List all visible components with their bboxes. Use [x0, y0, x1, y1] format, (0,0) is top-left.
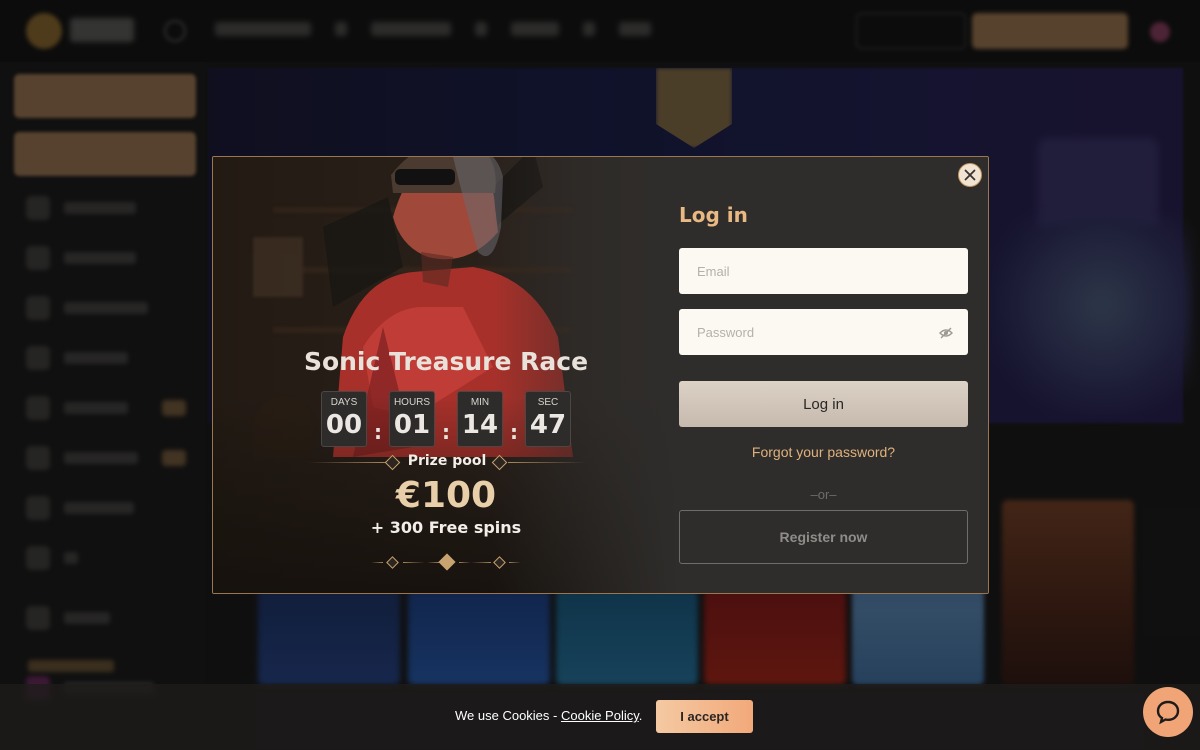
countdown-seconds: SEC 47: [525, 391, 571, 447]
cookie-policy-link[interactable]: Cookie Policy: [561, 708, 639, 723]
prize-pool-header: Prize pool: [308, 453, 586, 473]
chat-button[interactable]: [1143, 687, 1193, 737]
password-field[interactable]: [679, 309, 968, 355]
prize-free-spins: + 300 Free spins: [370, 518, 522, 537]
diamond-ornament-icon: [386, 556, 399, 569]
countdown-hours: HOURS 01: [389, 391, 435, 447]
countdown-separator: :: [510, 420, 518, 444]
cookie-bar: We use Cookies - Cookie Policy. I accept: [0, 684, 1200, 750]
countdown-value: 14: [461, 410, 499, 440]
login-title: Log in: [679, 203, 748, 227]
countdown-value: 47: [529, 410, 567, 440]
login-button[interactable]: Log in: [679, 381, 968, 427]
countdown-label: HOURS: [393, 397, 431, 408]
accept-cookies-button[interactable]: I accept: [656, 700, 753, 733]
countdown-value: 01: [393, 410, 431, 440]
cookie-message: We use Cookies -: [455, 708, 561, 723]
cookie-text: We use Cookies - Cookie Policy.: [455, 708, 642, 723]
or-divider: –or–: [810, 487, 837, 502]
register-button[interactable]: Register now: [679, 510, 968, 564]
eye-off-icon[interactable]: [939, 326, 953, 340]
countdown-label: DAYS: [330, 397, 358, 408]
countdown-value: 00: [325, 410, 363, 440]
login-modal: Sonic Treasure Race DAYS 00 : HOURS 01 :…: [212, 156, 989, 594]
countdown-minutes: MIN 14: [457, 391, 503, 447]
cookie-period: .: [638, 708, 643, 723]
prize-pool-value: €100: [395, 475, 497, 516]
countdown-label: MIN: [470, 397, 490, 408]
countdown-days: DAYS 00: [321, 391, 367, 447]
diamond-ornament-icon: [493, 556, 506, 569]
countdown-separator: :: [442, 420, 450, 444]
countdown-separator: :: [374, 420, 382, 444]
forgot-password-link[interactable]: Forgot your password?: [679, 444, 968, 460]
chat-bubble-icon: [1156, 700, 1180, 725]
countdown-timer: DAYS 00 : HOURS 01 : MIN 14 : SEC 47: [321, 391, 573, 447]
promo-panel: Sonic Treasure Race DAYS 00 : HOURS 01 :…: [213, 157, 679, 593]
countdown-label: SEC: [537, 397, 559, 408]
divider-line: [508, 462, 586, 463]
promo-title: Sonic Treasure Race: [303, 347, 589, 376]
prize-pool-label: Prize pool: [407, 453, 487, 469]
email-field[interactable]: [679, 248, 968, 294]
close-icon: [964, 169, 976, 181]
login-panel: Log in Log in Forgot your password? –or–…: [679, 157, 988, 593]
close-button[interactable]: [958, 163, 982, 187]
decorative-divider: [371, 553, 521, 573]
diamond-ornament-icon: [438, 553, 456, 571]
